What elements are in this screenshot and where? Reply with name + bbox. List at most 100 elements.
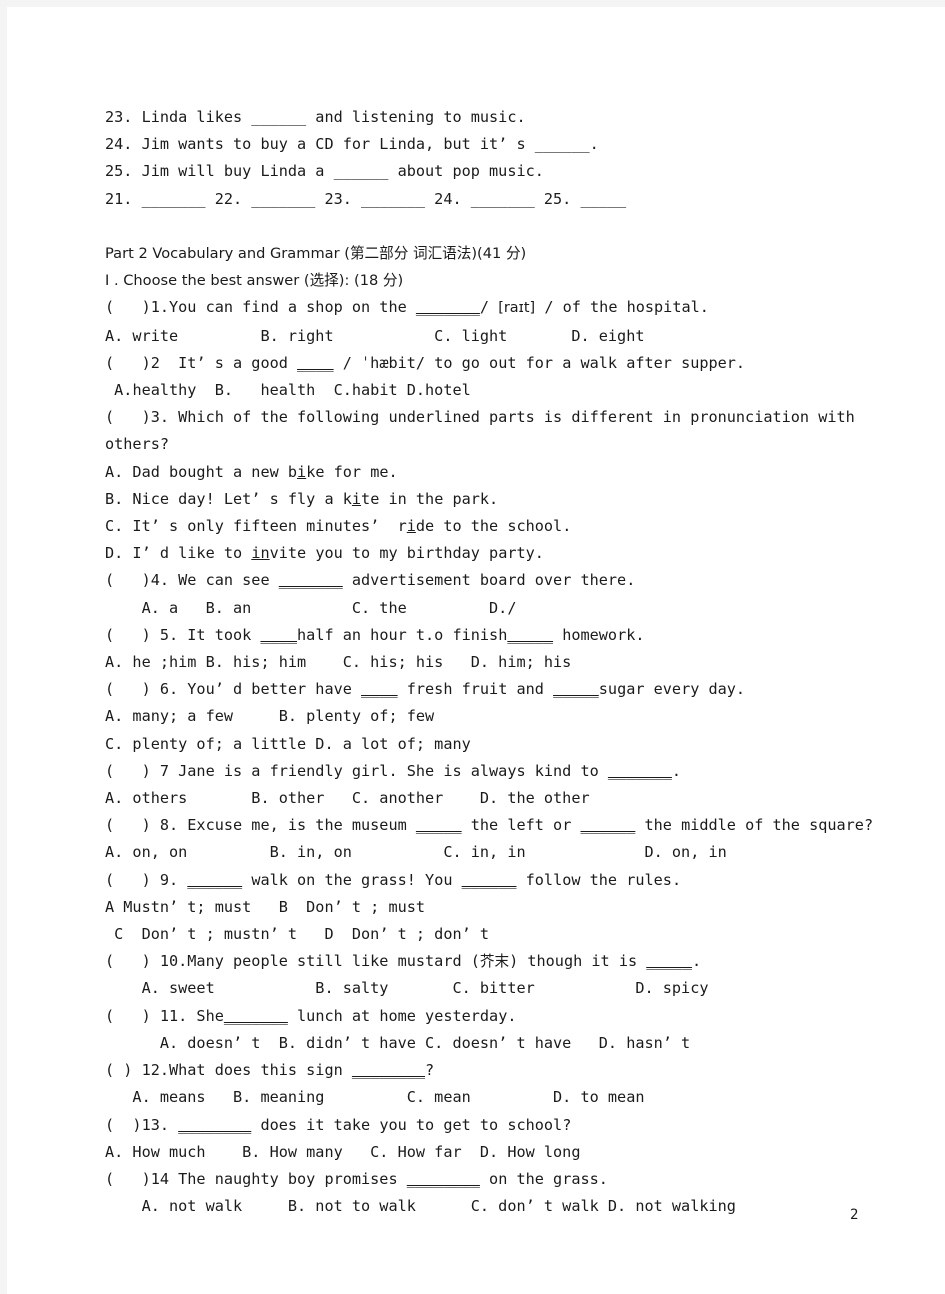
question-14-stem-suffix: on the grass. xyxy=(479,1169,608,1188)
question-11-stem-suffix: lunch at home yesterday. xyxy=(287,1006,517,1025)
question-3-option-b: B. Nice day! Let’ s fly a kite in the pa… xyxy=(105,486,895,513)
question-13-stem: ( )13. ________ does it take you to get … xyxy=(105,1112,895,1139)
question-3-option-d-underlined: in xyxy=(251,544,270,563)
part2-section-heading: Ⅰ . Choose the best answer (选择): (18 分) xyxy=(105,272,404,290)
question-6-stem: ( ) 6. You’ d better have ____ fresh fru… xyxy=(105,676,895,703)
document-page: 23. Linda likes ______ and listening to … xyxy=(7,7,945,1294)
question-5-stem: ( ) 5. It took ____half an hour t.o fini… xyxy=(105,622,895,649)
question-14-options: A. not walk B. not to walk C. don’ t wal… xyxy=(105,1197,736,1216)
question-3-option-c-label: C. It’ s only fifteen minutes’ r xyxy=(105,517,407,536)
question-3-option-d-rest: vite you to my birthday party. xyxy=(269,544,544,563)
page-number: 2 xyxy=(850,1207,859,1223)
question-12-stem-prefix: ( ) 12.What does this sign xyxy=(105,1061,352,1080)
cloze-item-24: 24. Jim wants to buy a CD for Linda, but… xyxy=(105,135,599,154)
question-10-stem: ( ) 10.Many people still like mustard (芥… xyxy=(105,948,895,975)
cloze-answer-row: 21. _______ 22. _______ 23. _______ 24. … xyxy=(105,189,627,208)
question-3-stem-line-2: others? xyxy=(105,435,170,454)
question-9-options-line-1: A Mustn’ t; must B Don’ t ; must xyxy=(105,897,426,916)
question-4-stem: ( )4. We can see _______ advertisement b… xyxy=(105,567,895,594)
part2-heading: Part 2 Vocabulary and Grammar (第二部分 词汇语法… xyxy=(105,245,527,262)
question-10-stem-prefix: ( ) 10.Many people still like mustard ( xyxy=(105,952,480,971)
question-8-stem-prefix: ( ) 8. Excuse me, is the museum xyxy=(105,816,416,835)
scan-edge-top xyxy=(0,0,945,7)
question-4-stem-suffix: advertisement board over there. xyxy=(342,571,636,590)
question-13-options: A. How much B. How many C. How far D. Ho… xyxy=(105,1142,581,1161)
question-3-option-a-underlined: i xyxy=(297,462,307,481)
question-13-stem-suffix: does it take you to get to school? xyxy=(251,1115,572,1134)
question-8-stem-suffix: the middle of the square? xyxy=(635,816,874,835)
question-12-stem-suffix: ? xyxy=(425,1061,435,1080)
question-13-stem-prefix: ( )13. xyxy=(105,1115,179,1134)
question-8-options: A. on, on B. in, on C. in, in D. on, in xyxy=(105,843,727,862)
question-9-stem-prefix: ( ) 9. xyxy=(105,870,188,889)
question-1-stem-prefix: ( )1.You can find a shop on the xyxy=(105,298,416,317)
question-7-options: A. others B. other C. another D. the oth… xyxy=(105,789,590,808)
question-14-blank: ________ xyxy=(406,1169,480,1188)
question-12-options: A. means B. meaning C. mean D. to mean xyxy=(105,1088,645,1107)
question-9-blank-2: ______ xyxy=(461,870,517,889)
question-9-stem: ( ) 9. ______ walk on the grass! You ___… xyxy=(105,867,895,894)
question-3-option-c-underlined: i xyxy=(406,517,416,536)
question-3-option-a: A. Dad bought a new bike for me. xyxy=(105,459,895,486)
question-10-blank: _____ xyxy=(646,952,692,971)
question-14-stem: ( )14 The naughty boy promises ________ … xyxy=(105,1166,895,1193)
question-11-stem-prefix: ( ) 11. She xyxy=(105,1006,224,1025)
question-1-ipa: [raɪt] xyxy=(498,300,536,317)
question-4-options: A. a B. an C. the D./ xyxy=(105,598,517,617)
question-6-options-line-1: A. many; a few B. plenty of; few xyxy=(105,707,435,726)
question-1-stem-mid: / xyxy=(479,298,499,317)
question-5-stem-mid: half an hour t.o finish xyxy=(297,625,508,644)
question-5-blank-1: ____ xyxy=(260,625,298,644)
question-10-chinese-gloss: 芥末 xyxy=(479,953,510,971)
question-8-blank-1: _____ xyxy=(415,816,462,835)
question-9-options-line-2: C Don’ t ; mustn’ t D Don’ t ; don’ t xyxy=(105,925,490,944)
question-3-option-a-label: A. Dad bought a new b xyxy=(105,462,298,481)
question-5-stem-prefix: ( ) 5. It took xyxy=(105,625,261,644)
question-2-options: A.healthy B. health C.habit D.hotel xyxy=(105,381,471,400)
question-12-stem: ( ) 12.What does this sign ________? xyxy=(105,1057,895,1084)
question-13-blank: ________ xyxy=(178,1115,252,1134)
question-3-option-c: C. It’ s only fifteen minutes’ ride to t… xyxy=(105,513,895,540)
question-5-blank-2: _____ xyxy=(507,625,554,644)
question-3-option-b-rest: te in the park. xyxy=(361,489,499,508)
question-6-options-line-2: C. plenty of; a little D. a lot of; many xyxy=(105,734,471,753)
question-6-blank-2: _____ xyxy=(553,680,599,699)
question-5-options: A. he ;him B. his; him C. his; his D. hi… xyxy=(105,653,572,672)
question-9-blank-1: ______ xyxy=(187,870,243,889)
question-3-option-b-underlined: i xyxy=(351,489,362,508)
question-6-stem-prefix: ( ) 6. You’ d better have xyxy=(105,680,362,699)
question-8-stem-mid: the left or xyxy=(461,816,581,835)
question-11-blank: _______ xyxy=(223,1006,288,1025)
question-2-blank: ____ xyxy=(297,353,334,372)
question-14-stem-prefix: ( )14 The naughty boy promises xyxy=(105,1169,407,1188)
question-9-stem-suffix: follow the rules. xyxy=(516,870,682,889)
question-3-stem-line-1: ( )3. Which of the following underlined … xyxy=(105,408,855,427)
question-6-blank-1: ____ xyxy=(361,680,398,699)
question-1-options: A. write B. right C. light D. eight xyxy=(105,326,645,345)
question-7-stem: ( ) 7 Jane is a friendly girl. She is al… xyxy=(105,758,895,785)
question-3-option-d-label: D. I’ d like to xyxy=(105,544,252,563)
question-9-stem-mid: walk on the grass! You xyxy=(242,870,462,889)
question-3-option-c-rest: de to the school. xyxy=(415,517,572,536)
question-8-stem: ( ) 8. Excuse me, is the museum _____ th… xyxy=(105,812,895,839)
question-1-blank: _______ xyxy=(415,298,480,317)
question-10-stem-mid: ) though it is xyxy=(509,952,647,971)
question-1-stem: ( )1.You can find a shop on the _______/… xyxy=(105,294,895,322)
question-3-option-a-rest: ke for me. xyxy=(306,462,398,481)
question-2-stem-prefix: ( )2 It’ s a good xyxy=(105,353,298,372)
question-10-options: A. sweet B. salty C. bitter D. spicy xyxy=(105,979,709,998)
question-6-stem-mid: fresh fruit and xyxy=(397,680,554,699)
question-7-stem-suffix: . xyxy=(671,761,682,780)
question-6-stem-suffix: sugar every day. xyxy=(598,680,746,699)
cloze-item-23: 23. Linda likes ______ and listening to … xyxy=(105,108,526,126)
question-1-stem-suffix: / of the hospital. xyxy=(535,298,709,317)
question-5-stem-suffix: homework. xyxy=(553,625,645,644)
question-2-stem: ( )2 It’ s a good ____ / ˈhæbit/ to go o… xyxy=(105,350,895,377)
question-3-option-b-label: B. Nice day! Let’ s fly a k xyxy=(105,489,352,508)
cloze-item-25: 25. Jim will buy Linda a ______ about po… xyxy=(105,162,544,181)
question-7-stem-prefix: ( ) 7 Jane is a friendly girl. She is al… xyxy=(105,761,608,780)
scan-edge-left xyxy=(0,0,7,1294)
question-11-stem: ( ) 11. She_______ lunch at home yesterd… xyxy=(105,1003,895,1030)
document-body: 23. Linda likes ______ and listening to … xyxy=(105,104,895,1220)
